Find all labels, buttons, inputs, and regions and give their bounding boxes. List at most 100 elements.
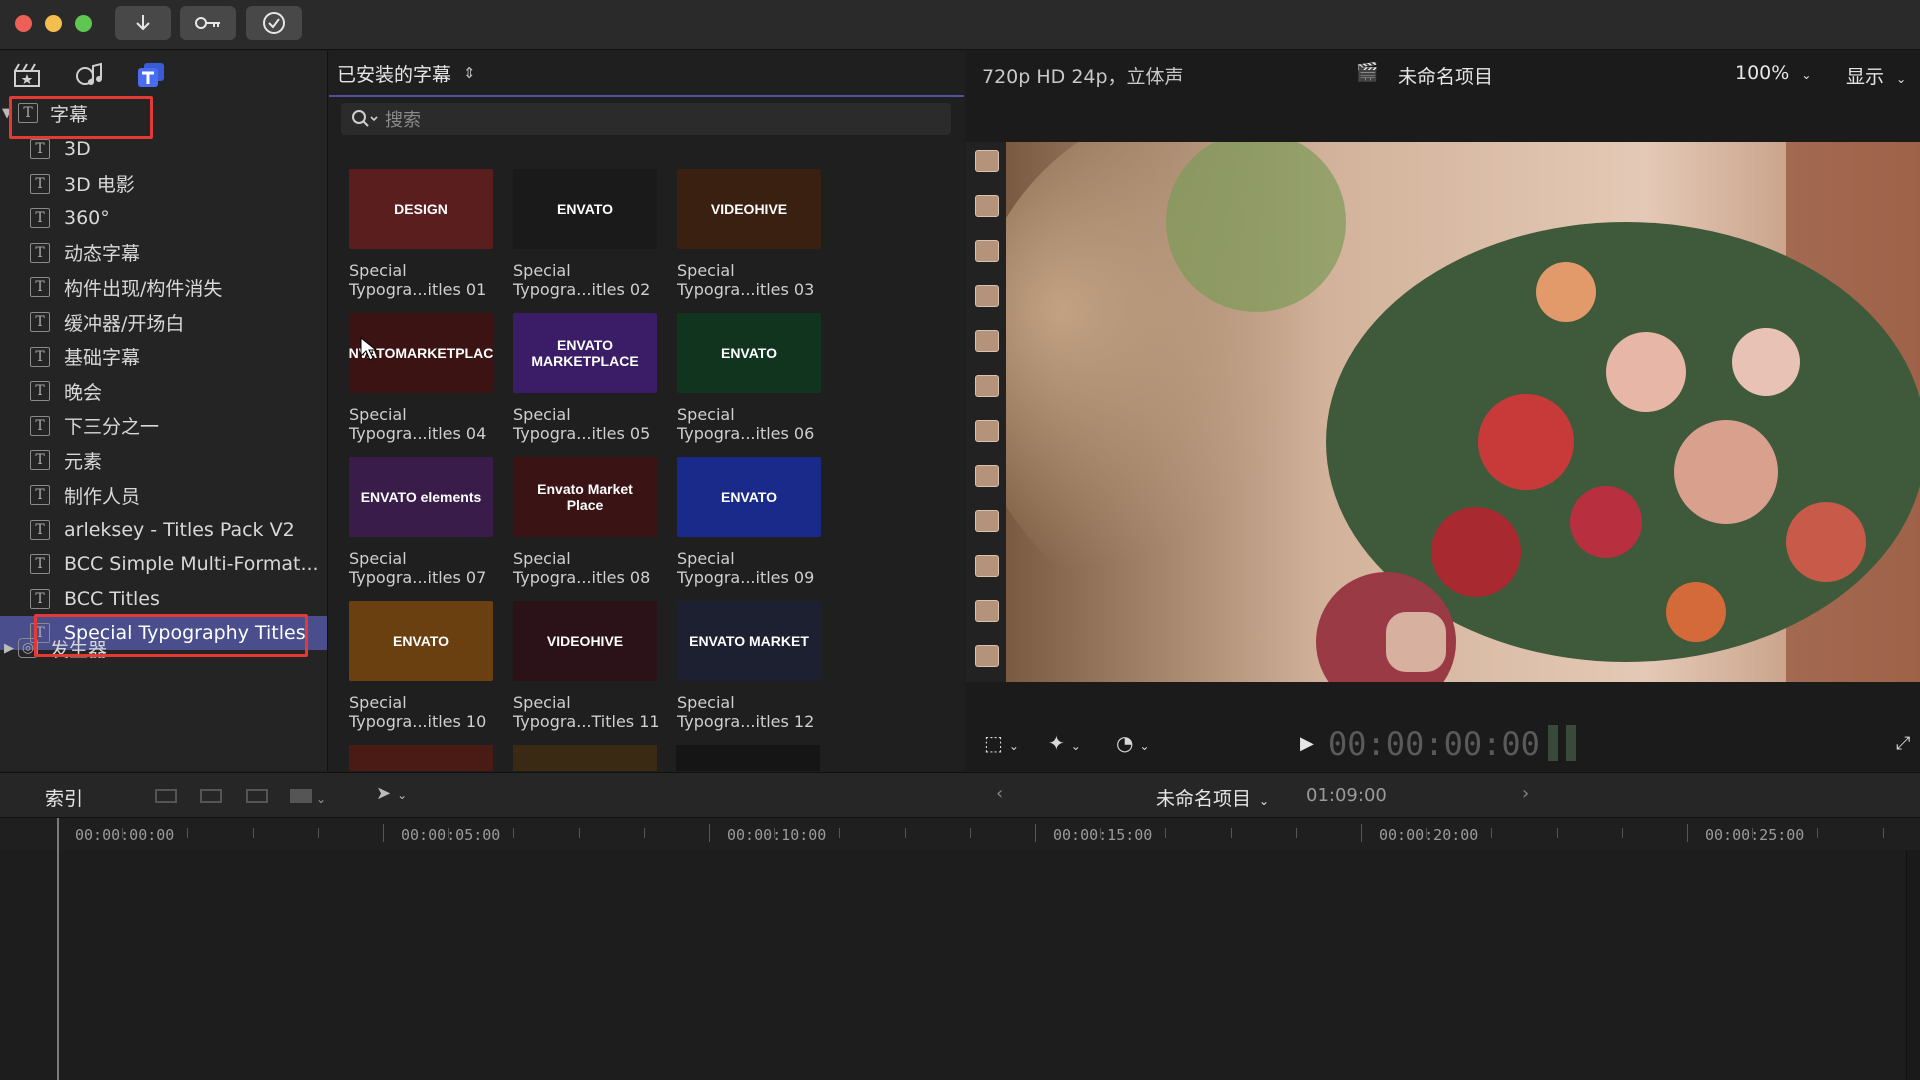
ruler-minor-tick xyxy=(513,828,515,838)
title-thumbnail[interactable]: VIDEOHIVE xyxy=(677,169,821,249)
close-window-button[interactable] xyxy=(15,15,32,32)
sidebar-item-category[interactable]: T 下三分之一 xyxy=(0,409,327,443)
title-icon: T xyxy=(30,519,50,540)
chevron-down-icon: ⌄ xyxy=(1008,739,1019,753)
edit-connect-button[interactable] xyxy=(155,783,181,807)
thumbnail-text: ENVATO elements xyxy=(360,489,482,505)
sidebar-item-category[interactable]: T 3D 电影 xyxy=(0,167,327,201)
enhance-button[interactable]: ✦ ⌄ xyxy=(1048,731,1081,755)
title-thumbnail[interactable]: VIDEOHIVE xyxy=(513,601,657,681)
title-thumbnail[interactable]: ENVATO xyxy=(349,601,493,681)
sidebar-item-category[interactable]: T BCC Titles xyxy=(0,582,327,616)
tile-label-line1: Special xyxy=(349,261,407,280)
title-thumbnail[interactable]: ENVATO xyxy=(513,169,657,249)
sidebar-item-category[interactable]: T 构件出现/构件消失 xyxy=(0,270,327,304)
zoom-level: 100% xyxy=(1735,62,1790,84)
title-icon: T xyxy=(30,346,50,367)
browser-title[interactable]: 已安装的字幕 xyxy=(337,60,451,87)
titles-generators-tab[interactable] xyxy=(136,61,166,89)
timeline-project-popup[interactable]: 未命名项目 ⌄ xyxy=(1156,784,1269,811)
keywords-button[interactable] xyxy=(180,6,236,40)
timecode-display[interactable]: 00:00:00:00 xyxy=(1328,725,1540,763)
film-perforation xyxy=(975,150,999,172)
sidebar-item-category[interactable]: T BCC Simple Multi-Format... xyxy=(0,547,327,581)
edit-insert-button[interactable] xyxy=(200,783,226,807)
timeline-area[interactable] xyxy=(0,818,1920,1080)
title-tile[interactable]: DESIGN Special Typogra...itles 01 xyxy=(349,169,499,299)
clapper-star-icon xyxy=(14,63,40,87)
sidebar-item-generators[interactable]: ▶ ◎ 发生器 xyxy=(0,631,327,665)
partial-thumbnail[interactable] xyxy=(349,745,493,771)
title-tile[interactable]: ENVATOMARKETPLACESpecialTypogra...itles … xyxy=(349,313,499,443)
title-tile[interactable]: ENVATO Special Typogra...itles 06 xyxy=(677,313,827,443)
format-label: 720p HD 24p，立体声 xyxy=(982,66,1184,88)
partial-thumbnail[interactable] xyxy=(676,745,820,771)
sidebar-item-category[interactable]: T 缓冲器/开场白 xyxy=(0,305,327,339)
sidebar-item-category[interactable]: T 制作人员 xyxy=(0,478,327,512)
history-back-button[interactable]: ‹ xyxy=(996,783,1003,804)
timeline-index-button[interactable]: 索引 xyxy=(45,784,83,811)
tool-select-button[interactable]: ➤ ⌄ xyxy=(376,783,407,804)
title-thumbnail[interactable]: ENVATO MARKETPLACE xyxy=(513,313,657,393)
sidebar-item-label: 缓冲器/开场白 xyxy=(64,312,185,335)
photos-audio-tab[interactable] xyxy=(74,61,104,89)
chevron-left-icon: ‹ xyxy=(996,783,1004,804)
sidebar-item-category[interactable]: T 元素 xyxy=(0,443,327,477)
partial-thumbnail[interactable] xyxy=(513,745,657,771)
import-button[interactable] xyxy=(115,6,171,40)
sidebar-item-category[interactable]: T 360° xyxy=(0,201,327,235)
disclosure-closed-icon[interactable]: ▶ xyxy=(0,641,18,656)
title-thumbnail[interactable]: Envato Market Place xyxy=(513,457,657,537)
tile-label-line2: Typogra...itles 02 xyxy=(513,280,651,299)
disclosure-open-icon[interactable]: ▼ xyxy=(0,106,18,121)
title-thumbnail[interactable]: ENVATO xyxy=(677,457,821,537)
title-tile[interactable]: ENVATO Special Typogra...itles 02 xyxy=(513,169,663,299)
title-tile[interactable]: ENVATO Special Typogra...itles 10 xyxy=(349,601,499,731)
retime-button[interactable]: ◔ ⌄ xyxy=(1116,731,1150,755)
title-tile[interactable]: VIDEOHIVE Special Typogra...itles 03 xyxy=(677,169,827,299)
sidebar-item-category[interactable]: T 3D xyxy=(0,132,327,166)
titles-icon xyxy=(138,63,164,87)
sidebar-item-category[interactable]: Tarleksey - Titles Pack V2 xyxy=(0,513,327,547)
transform-button[interactable]: ⬚ ⌄ xyxy=(984,731,1019,755)
title-thumbnail[interactable]: ENVATO elements xyxy=(349,457,493,537)
ruler-minor-tick xyxy=(252,828,254,838)
sidebar-item-titles-root[interactable]: ▼ T 字幕 xyxy=(0,96,327,130)
zoom-window-button[interactable] xyxy=(75,15,92,32)
title-icon: T xyxy=(30,415,50,436)
play-button[interactable]: ▶ xyxy=(1300,733,1314,754)
sort-toggle-icon[interactable]: ⇕ xyxy=(463,64,476,82)
view-options-popup[interactable]: 显示 ⌄ xyxy=(1846,62,1906,89)
timeline-scrollbar[interactable] xyxy=(1906,850,1920,1080)
tile-label: Special Typogra...itles 08 xyxy=(513,549,663,587)
title-tile[interactable]: ENVATO MARKET Special Typogra...itles 12 xyxy=(677,601,827,731)
zoom-popup[interactable]: 100% ⌄ xyxy=(1735,62,1811,84)
title-thumbnail[interactable]: ENVATO MARKET xyxy=(677,601,821,681)
edit-append-button[interactable] xyxy=(246,783,272,807)
film-perforation xyxy=(975,510,999,532)
sidebar-item-category[interactable]: T 基础字幕 xyxy=(0,340,327,374)
import-icon xyxy=(136,15,150,31)
minimize-window-button[interactable] xyxy=(45,15,62,32)
title-tile[interactable]: ENVATO MARKETPLACE Special Typogra...itles… xyxy=(513,313,663,443)
history-forward-button[interactable]: › xyxy=(1522,783,1529,804)
title-tile[interactable]: ENVATO elements Special Typogra...itles 07 xyxy=(349,457,499,587)
ruler-minor-tick xyxy=(317,828,319,838)
fullscreen-button[interactable]: ⤢ xyxy=(1896,733,1910,754)
sidebar-item-category[interactable]: T 晚会 xyxy=(0,374,327,408)
search-icon xyxy=(352,110,378,127)
title-tile[interactable]: VIDEOHIVE Special Typogra...Titles 11 xyxy=(513,601,663,731)
edit-overwrite-button[interactable]: ⌄ xyxy=(290,783,332,807)
title-tile[interactable]: ENVATO Special Typogra...itles 09 xyxy=(677,457,827,587)
playhead[interactable] xyxy=(57,818,59,1080)
ruler-major-tick xyxy=(1687,824,1688,842)
sidebar-item-category[interactable]: T 动态字幕 xyxy=(0,236,327,270)
timeline-ruler[interactable]: 00:00:00:00 00:00:05:00 00:00:10:00 00:00:1… xyxy=(0,818,1920,850)
tile-label-line2: Typogra...itles 08 xyxy=(513,568,651,587)
title-thumbnail[interactable]: ENVATO xyxy=(677,313,821,393)
title-tile[interactable]: Envato Market Place Special Typogra...itle… xyxy=(513,457,663,587)
background-tasks-button[interactable] xyxy=(246,6,302,40)
search-field[interactable]: 搜索 xyxy=(341,103,951,135)
libraries-tab[interactable] xyxy=(12,61,42,89)
title-thumbnail[interactable]: DESIGN xyxy=(349,169,493,249)
